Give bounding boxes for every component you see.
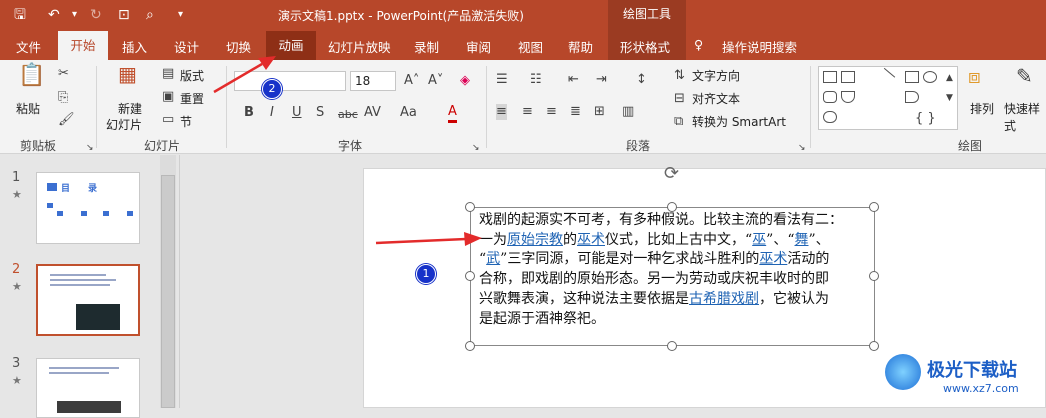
arrow-head-2 xyxy=(258,56,276,70)
arrow-head-1 xyxy=(464,232,482,246)
watermark: 极光下载站 www.xz7.com xyxy=(885,352,1045,406)
watermark-logo-icon xyxy=(885,354,921,390)
annotation-arrows xyxy=(213,56,482,246)
watermark-name: 极光下载站 xyxy=(927,360,1017,381)
arrow-line-1 xyxy=(375,237,467,245)
step-badge-2: 2 xyxy=(262,79,282,99)
step-badge-1: 1 xyxy=(416,264,436,284)
watermark-url: www.xz7.com xyxy=(943,382,1019,395)
arrow-line-2 xyxy=(213,62,263,94)
